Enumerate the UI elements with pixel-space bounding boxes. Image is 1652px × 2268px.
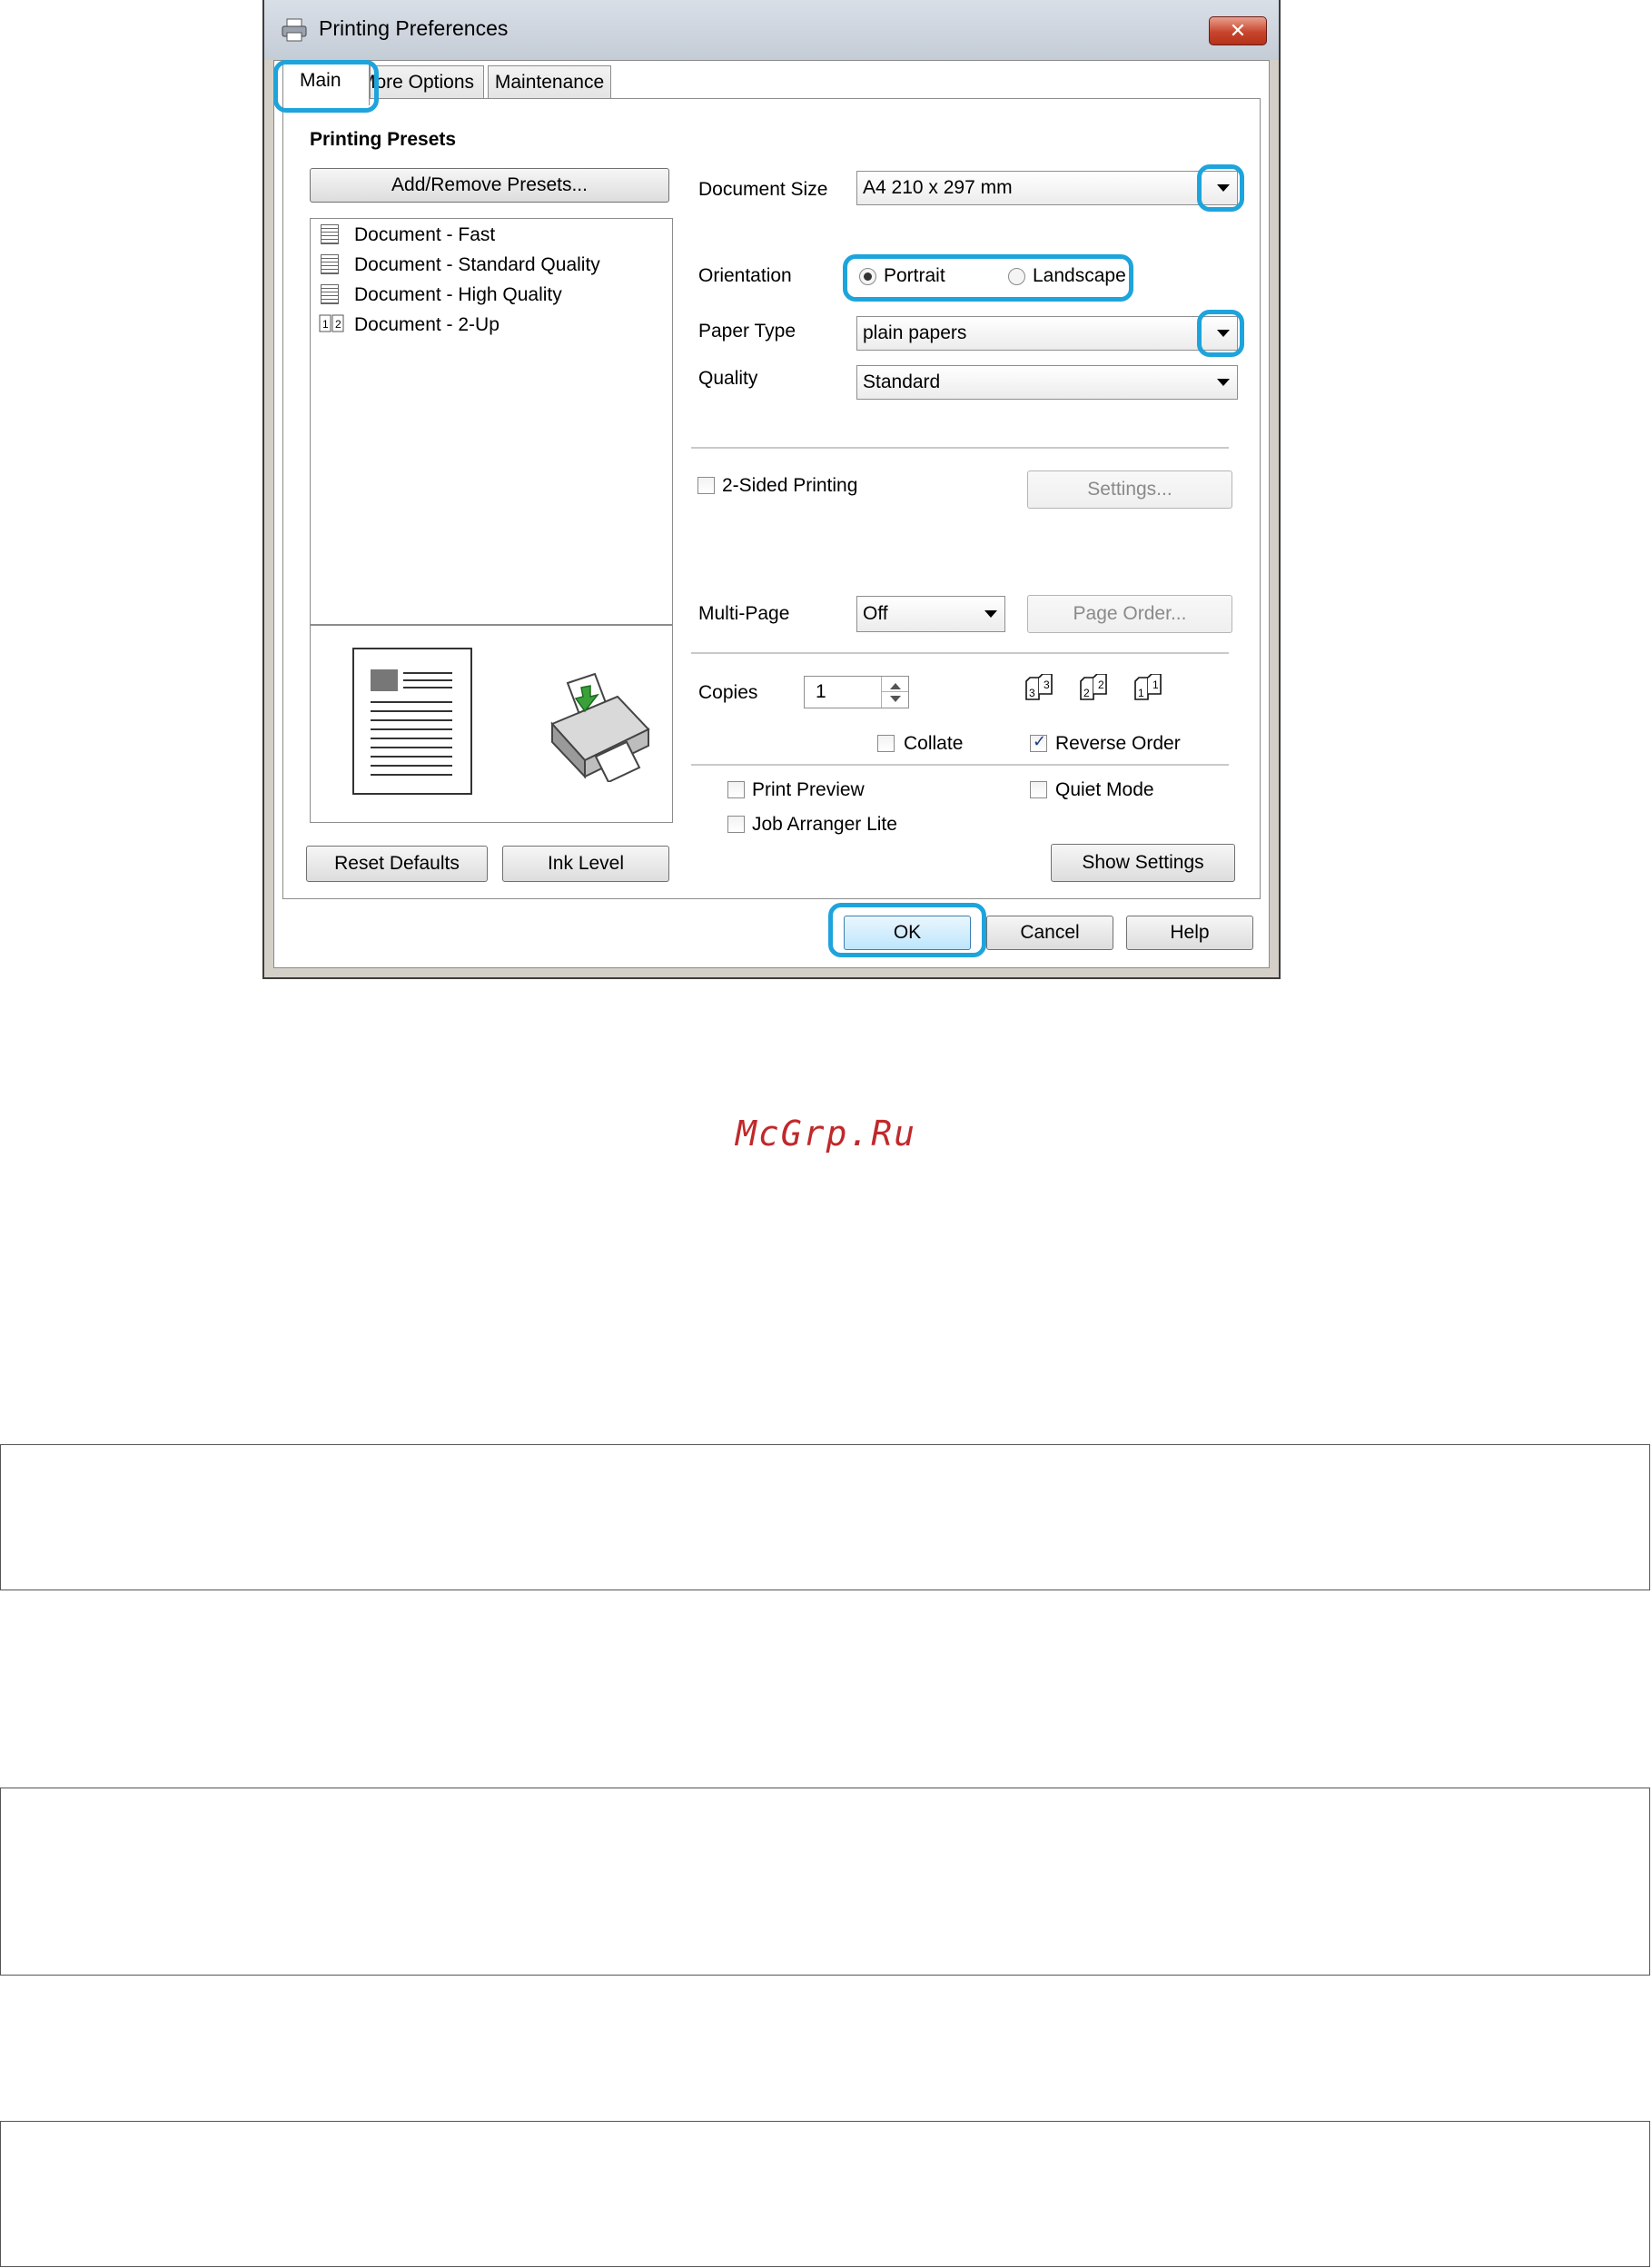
copies-input[interactable]: 1 <box>804 676 909 708</box>
job-arranger-label: Job Arranger Lite <box>752 814 897 835</box>
quiet-mode-label: Quiet Mode <box>1055 779 1154 800</box>
two-sided-settings-button[interactable]: Settings... <box>1027 470 1232 509</box>
copies-label: Copies <box>698 682 758 703</box>
svg-text:2: 2 <box>335 318 341 331</box>
multi-page-label: Multi-Page <box>698 603 790 624</box>
document-size-select[interactable]: A4 210 x 297 mm <box>856 171 1238 205</box>
multi-page-select[interactable]: Off <box>856 596 1005 632</box>
tab-main-highlight <box>273 60 379 113</box>
empty-box-3 <box>0 2121 1650 2267</box>
quiet-mode-checkbox[interactable] <box>1030 781 1047 798</box>
svg-text:1: 1 <box>322 318 329 331</box>
collate-label: Collate <box>904 733 964 754</box>
copies-value: 1 <box>816 681 826 702</box>
empty-box-1 <box>0 1444 1650 1590</box>
print-preview-checkbox[interactable] <box>727 781 745 798</box>
tab-maintenance[interactable]: Maintenance <box>488 65 611 100</box>
copies-page-2-icon: 2 2 <box>1080 674 1107 700</box>
two-up-icon: 1 2 <box>319 314 344 332</box>
paper-type-select[interactable]: plain papers <box>856 316 1238 351</box>
chevron-down-icon[interactable] <box>890 696 901 702</box>
collate-checkbox[interactable] <box>877 735 895 752</box>
preset-item-standard[interactable]: Document - Standard Quality <box>354 254 600 276</box>
multi-page-value: Off <box>863 603 888 624</box>
paper-type-arrow-highlight <box>1197 310 1244 357</box>
copies-stepper[interactable] <box>881 677 908 708</box>
watermark: McGrp.Ru <box>735 1114 917 1154</box>
tab-maintenance-label: Maintenance <box>494 72 605 93</box>
two-sided-label: 2-Sided Printing <box>722 475 858 496</box>
page-preview-icon <box>352 648 472 795</box>
document-size-value: A4 210 x 297 mm <box>863 177 1013 198</box>
reverse-order-checkbox[interactable]: ✓ <box>1030 732 1047 752</box>
tab-more-options-label: More Options <box>370 72 475 93</box>
window-title: Printing Preferences <box>319 16 509 40</box>
show-settings-button[interactable]: Show Settings <box>1051 844 1235 882</box>
tab-more-options[interactable]: More Options <box>370 65 484 100</box>
checkmark-icon: ✓ <box>1033 732 1047 750</box>
preset-item-fast[interactable]: Document - Fast <box>354 224 495 246</box>
document-icon <box>321 224 339 244</box>
divider <box>691 652 1229 654</box>
chevron-down-icon <box>1217 379 1230 386</box>
two-sided-checkbox[interactable] <box>697 477 715 494</box>
divider <box>691 764 1229 766</box>
ink-level-button[interactable]: Ink Level <box>502 846 669 882</box>
document-icon <box>321 254 339 274</box>
preset-item-2up[interactable]: Document - 2-Up <box>354 314 500 336</box>
document-icon <box>321 284 339 304</box>
add-remove-presets-button[interactable]: Add/Remove Presets... <box>310 168 669 203</box>
preview-box <box>310 625 673 823</box>
copy-icon-number: 1 <box>1138 687 1144 699</box>
chevron-up-icon[interactable] <box>890 683 901 689</box>
document-size-label: Document Size <box>698 179 828 200</box>
help-button[interactable]: Help <box>1126 916 1253 950</box>
divider <box>691 447 1229 449</box>
paper-type-label: Paper Type <box>698 321 796 342</box>
page-order-button[interactable]: Page Order... <box>1027 595 1232 633</box>
copies-page-1-icon: 1 1 <box>1134 674 1162 700</box>
copy-icon-number: 2 <box>1098 678 1104 691</box>
copy-icon-number: 3 <box>1044 678 1050 691</box>
copies-page-3-icon: 3 3 <box>1025 674 1053 700</box>
copy-icon-number: 3 <box>1029 687 1035 699</box>
printer-illustration-icon <box>550 672 650 782</box>
quality-label: Quality <box>698 368 758 389</box>
cancel-button[interactable]: Cancel <box>986 916 1113 950</box>
preset-list[interactable]: Document - Fast Document - Standard Qual… <box>310 218 673 625</box>
orientation-highlight <box>843 254 1133 302</box>
title-bar[interactable]: Printing Preferences ✕ <box>264 0 1279 60</box>
reverse-order-label: Reverse Order <box>1055 733 1181 754</box>
ok-button-highlight <box>828 903 986 957</box>
chevron-down-icon <box>984 610 997 618</box>
orientation-label: Orientation <box>698 265 792 286</box>
print-preview-label: Print Preview <box>752 779 865 800</box>
document-size-arrow-highlight <box>1197 164 1244 212</box>
reset-defaults-button[interactable]: Reset Defaults <box>306 846 488 882</box>
printing-presets-heading: Printing Presets <box>310 129 457 150</box>
close-icon: ✕ <box>1229 19 1247 42</box>
quality-select[interactable]: Standard <box>856 365 1238 400</box>
close-button[interactable]: ✕ <box>1209 16 1267 45</box>
empty-box-2 <box>0 1788 1650 1976</box>
stepper-divider <box>882 691 908 692</box>
copy-icon-number: 2 <box>1083 687 1090 699</box>
copy-icon-number: 1 <box>1152 678 1159 691</box>
paper-type-value: plain papers <box>863 322 967 343</box>
job-arranger-checkbox[interactable] <box>727 816 745 833</box>
quality-value: Standard <box>863 371 941 392</box>
preset-item-high[interactable]: Document - High Quality <box>354 284 562 306</box>
printer-icon <box>282 18 307 42</box>
